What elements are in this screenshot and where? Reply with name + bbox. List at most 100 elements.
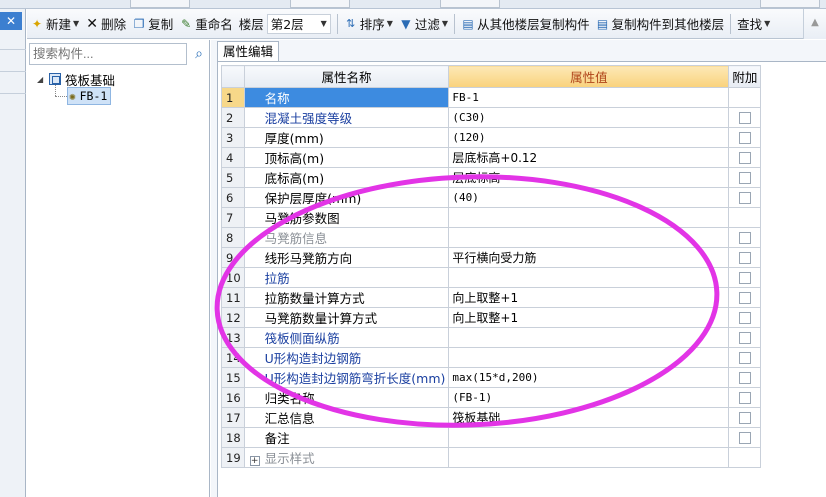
row-number[interactable]: 7 <box>221 207 245 228</box>
add-checkbox[interactable] <box>738 312 751 324</box>
row-number[interactable]: 19 <box>221 447 245 468</box>
property-value-cell[interactable]: 层底标高+0.12 <box>448 147 730 168</box>
property-value-cell[interactable]: (C30) <box>448 107 730 128</box>
row-number[interactable]: 12 <box>221 307 245 328</box>
copy-from-floor-button[interactable]: ▤ 从其他楼层复制构件 <box>458 13 593 35</box>
property-value-cell[interactable]: 向上取整+1 <box>448 307 730 328</box>
row-number[interactable]: 3 <box>221 127 245 148</box>
property-value-cell[interactable] <box>448 347 730 368</box>
tree-node-raft-foundation[interactable]: ◢ 筏板基础 <box>37 70 115 88</box>
top-tab[interactable] <box>290 0 350 8</box>
new-button[interactable]: ✦ 新建 ▼ <box>27 13 82 35</box>
copy-button[interactable]: ❐ 复制 <box>129 13 176 35</box>
row-number[interactable]: 13 <box>221 327 245 348</box>
filter-button[interactable]: ▼ 过滤 ▼ <box>396 13 451 35</box>
sort-button[interactable]: ⇅ 排序 ▼ <box>341 13 396 35</box>
add-checkbox[interactable] <box>738 412 751 424</box>
add-checkbox[interactable] <box>738 232 751 244</box>
property-value-cell[interactable] <box>448 227 730 248</box>
table-row[interactable]: 10 拉筋 <box>221 267 762 288</box>
table-row[interactable]: 1 名称 FB-1 <box>221 87 762 108</box>
tree-node-fb-1[interactable]: ✺ FB-1 <box>67 87 112 105</box>
row-number[interactable]: 10 <box>221 267 245 288</box>
row-number[interactable]: 5 <box>221 167 245 188</box>
row-number[interactable]: 6 <box>221 187 245 208</box>
row-number[interactable]: 8 <box>221 227 245 248</box>
add-checkbox[interactable] <box>738 132 751 144</box>
table-row[interactable]: 9 线形马凳筋方向 平行横向受力筋 <box>221 247 762 268</box>
property-value-cell[interactable] <box>448 327 730 348</box>
add-checkbox[interactable] <box>738 192 751 204</box>
add-checkbox[interactable] <box>738 252 751 264</box>
row-number[interactable]: 1 <box>221 87 245 108</box>
table-row[interactable]: 8 马凳筋信息 <box>221 227 762 248</box>
property-value-cell[interactable]: (FB-1) <box>448 387 730 408</box>
property-value-cell[interactable]: 筏板基础 <box>448 407 730 428</box>
column-header-name[interactable]: 属性名称 <box>243 65 450 88</box>
top-tab[interactable] <box>760 0 820 8</box>
close-icon[interactable]: ✕ <box>0 12 22 30</box>
row-number[interactable]: 17 <box>221 407 245 428</box>
row-number[interactable]: 15 <box>221 367 245 388</box>
table-row[interactable]: 3 厚度(mm) (120) <box>221 127 762 148</box>
table-row[interactable]: 19 + 显示样式 <box>221 447 762 468</box>
add-checkbox[interactable] <box>738 152 751 164</box>
table-row[interactable]: 17 汇总信息 筏板基础 <box>221 407 762 428</box>
delete-button[interactable]: ✕ 删除 <box>82 13 129 35</box>
table-row[interactable]: 16 归类名称 (FB-1) <box>221 387 762 408</box>
table-row[interactable]: 4 顶标高(m) 层底标高+0.12 <box>221 147 762 168</box>
add-checkbox[interactable] <box>738 272 751 284</box>
table-row[interactable]: 13 筏板侧面纵筋 <box>221 327 762 348</box>
top-tab[interactable] <box>440 0 500 8</box>
find-button[interactable]: 查找 ▼ <box>734 13 773 35</box>
table-row[interactable]: 2 混凝土强度等级 (C30) <box>221 107 762 128</box>
floor-dropdown[interactable]: 第2层 ▼ <box>266 13 331 34</box>
property-value-cell[interactable]: max(15*d,200) <box>448 367 730 388</box>
add-checkbox[interactable] <box>738 172 751 184</box>
row-number[interactable]: 9 <box>221 247 245 268</box>
row-number[interactable]: 11 <box>221 287 245 308</box>
property-value-cell[interactable]: 层底标高 <box>448 167 730 188</box>
search-icon[interactable]: ⌕ <box>190 44 208 64</box>
table-row[interactable]: 18 备注 <box>221 427 762 448</box>
row-number[interactable]: 18 <box>221 427 245 448</box>
column-header-value[interactable]: 属性值 <box>448 65 730 88</box>
row-number[interactable]: 2 <box>221 107 245 128</box>
table-row[interactable]: 11 拉筋数量计算方式 向上取整+1 <box>221 287 762 308</box>
copy-to-floor-button[interactable]: ▤ 复制构件到其他楼层 <box>593 13 728 35</box>
rename-button[interactable]: ✎ 重命名 <box>176 13 236 35</box>
table-row[interactable]: 12 马凳筋数量计算方式 向上取整+1 <box>221 307 762 328</box>
property-value-cell[interactable]: (120) <box>448 127 730 148</box>
row-number[interactable]: 14 <box>221 347 245 368</box>
property-value-cell[interactable]: (40) <box>448 187 730 208</box>
add-checkbox[interactable] <box>738 432 751 444</box>
row-number[interactable]: 16 <box>221 387 245 408</box>
toolbar-overflow-icon[interactable]: ▲ <box>803 9 826 39</box>
column-header-add[interactable]: 附加 <box>728 65 762 88</box>
top-tab[interactable] <box>130 0 190 8</box>
collapse-triangle-icon[interactable]: ◢ <box>37 75 46 84</box>
table-row[interactable]: 5 底标高(m) 层底标高 <box>221 167 762 188</box>
add-checkbox[interactable] <box>738 292 751 304</box>
add-checkbox[interactable] <box>738 372 751 384</box>
property-value-cell[interactable] <box>448 207 730 228</box>
table-row[interactable]: 6 保护层厚度(mm) (40) <box>221 187 762 208</box>
add-checkbox[interactable] <box>738 112 751 124</box>
expand-plus-icon[interactable]: + <box>249 456 260 466</box>
property-value-cell[interactable]: FB-1 <box>448 87 730 108</box>
property-value-cell[interactable] <box>448 267 730 288</box>
property-value-cell[interactable] <box>448 447 730 468</box>
add-checkbox[interactable] <box>738 392 751 404</box>
table-row[interactable]: 14 U形构造封边钢筋 <box>221 347 762 368</box>
property-value-cell[interactable]: 向上取整+1 <box>448 287 730 308</box>
delete-icon: ✕ <box>86 15 99 32</box>
search-input[interactable] <box>29 43 187 65</box>
property-value-cell[interactable] <box>448 427 730 448</box>
add-checkbox[interactable] <box>738 352 751 364</box>
table-row[interactable]: 15 U形构造封边钢筋弯折长度(mm) max(15*d,200) <box>221 367 762 388</box>
row-number[interactable]: 4 <box>221 147 245 168</box>
add-checkbox[interactable] <box>738 332 751 344</box>
property-value-cell[interactable]: 平行横向受力筋 <box>448 247 730 268</box>
tab-property-edit[interactable]: 属性编辑 <box>217 41 280 61</box>
table-row[interactable]: 7 马凳筋参数图 <box>221 207 762 228</box>
